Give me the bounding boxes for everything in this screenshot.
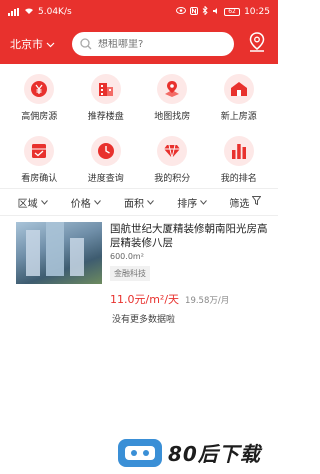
chevron-down-icon	[200, 197, 208, 208]
grid-item-recommended[interactable]: 推荐楼盘	[73, 74, 140, 122]
grid-item-my-ranking[interactable]: 我的排名	[206, 136, 273, 184]
grid-item-my-points[interactable]: 我的积分	[139, 136, 206, 184]
feature-grid: 高佣房源 推荐楼盘 地图找房 新上房源 看房确认 进度查询 我的积分 我的排名	[0, 70, 278, 188]
listing-price-month: 19.58万/月	[185, 296, 230, 306]
grid-item-viewing-confirm[interactable]: 看房确认	[6, 136, 73, 184]
filter-screen[interactable]: 筛选	[219, 195, 272, 210]
grid-label: 我的排名	[220, 174, 257, 184]
price-row: 11.0元/m²/天 19.58万/月	[110, 291, 268, 307]
listing-thumbnail	[16, 222, 102, 284]
confirm-icon	[24, 136, 55, 166]
ranking-icon	[223, 136, 254, 166]
bluetooth-icon	[202, 5, 208, 18]
grid-label: 地图找房	[154, 112, 191, 122]
chevron-down-icon	[46, 38, 55, 51]
grid-item-map-search[interactable]: 地图找房	[139, 74, 206, 122]
chevron-down-icon	[93, 197, 101, 208]
status-bar: 5.04K/s 62 10:25	[0, 0, 278, 24]
filter-sort[interactable]: 排序	[166, 195, 219, 210]
signal-icon	[8, 8, 20, 16]
network-speed: 5.04K/s	[38, 7, 72, 17]
chevron-down-icon	[40, 197, 48, 208]
watermark: 80后下载	[118, 438, 261, 467]
listing-title: 国航世纪大厦精装修朝南阳光房高层精装修八层	[110, 223, 268, 249]
wifi-icon	[24, 7, 34, 18]
listing-area: 600.0m²	[110, 252, 144, 261]
filter-price[interactable]: 价格	[59, 195, 112, 210]
filter-bar: 区域 价格 面积 排序 筛选	[0, 188, 278, 216]
grid-label: 看房确认	[21, 174, 58, 184]
filter-label: 排序	[177, 198, 198, 210]
grid-item-new-listings[interactable]: 新上房源	[206, 74, 273, 122]
grid-item-progress-query[interactable]: 进度查询	[73, 136, 140, 184]
status-left: 5.04K/s	[8, 7, 72, 18]
city-selector[interactable]: 北京市	[10, 36, 72, 52]
filter-label: 价格	[70, 198, 91, 210]
battery-icon: 62	[224, 8, 241, 16]
grid-label: 推荐楼盘	[87, 112, 124, 122]
listing-price: 11.0元/m²/天	[110, 293, 180, 306]
location-button[interactable]	[246, 32, 268, 56]
clock-icon	[90, 136, 121, 166]
new-house-icon	[223, 74, 254, 104]
chevron-down-icon	[147, 197, 154, 208]
watermark-text: 80后下载	[168, 442, 261, 466]
funnel-icon	[251, 196, 262, 208]
yen-icon	[24, 74, 55, 104]
search-box[interactable]	[72, 32, 234, 56]
listing-info: 国航世纪大厦精装修朝南阳光房高层精装修八层 600.0m² 金融科技 11.0元…	[110, 222, 268, 307]
nfc-icon	[190, 6, 199, 18]
grid-item-high-commission[interactable]: 高佣房源	[6, 74, 73, 122]
city-label: 北京市	[10, 38, 43, 51]
filter-label: 筛选	[229, 198, 250, 210]
grid-label: 新上房源	[220, 112, 257, 122]
grid-label: 高佣房源	[21, 112, 58, 122]
mute-icon	[212, 7, 220, 18]
location-pin-icon	[248, 32, 266, 56]
no-more-data: 没有更多数据啦	[112, 315, 176, 325]
filter-area[interactable]: 面积	[112, 195, 165, 210]
grid-label: 进度查询	[87, 174, 124, 184]
eye-icon	[176, 7, 187, 17]
map-pin-icon	[157, 74, 188, 104]
building-icon	[90, 74, 121, 104]
status-right: 62 10:25	[176, 5, 270, 18]
header: 北京市	[0, 24, 278, 64]
filter-label: 面积	[124, 198, 144, 210]
listing-tag: 金融科技	[110, 266, 150, 281]
filter-label: 区域	[17, 198, 38, 210]
search-input[interactable]	[98, 38, 218, 50]
listing-card[interactable]: 国航世纪大厦精装修朝南阳光房高层精装修八层 600.0m² 金融科技 11.0元…	[16, 222, 268, 307]
diamond-icon	[157, 136, 188, 166]
grid-label: 我的积分	[154, 174, 191, 184]
clock-time: 10:25	[244, 7, 270, 17]
filter-district[interactable]: 区域	[6, 195, 59, 210]
watermark-logo-icon	[118, 438, 162, 467]
search-icon	[80, 35, 92, 54]
